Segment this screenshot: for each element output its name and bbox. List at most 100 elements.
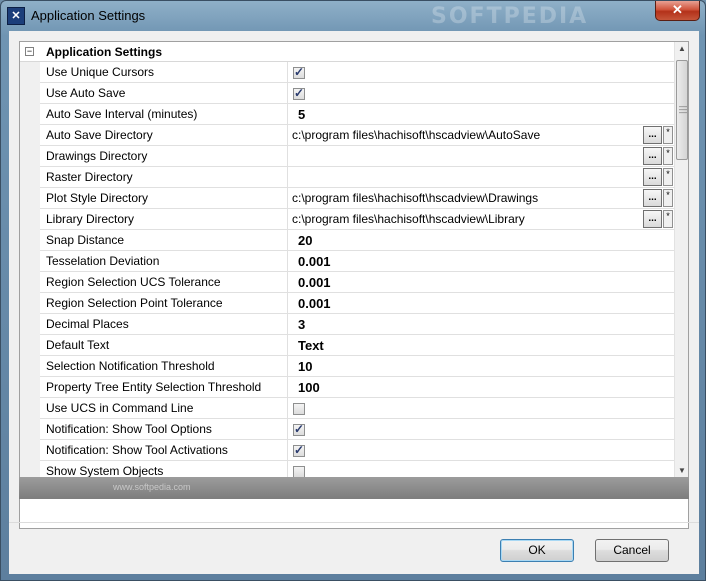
property-value-field[interactable]: 0.001 [289, 272, 674, 293]
property-name[interactable]: Notification: Show Tool Activations [40, 440, 288, 461]
property-row[interactable]: Use Unique Cursors [20, 62, 674, 83]
description-title-bar: www.softpedia.com [19, 477, 689, 499]
reset-marker-button[interactable]: * [663, 189, 673, 207]
property-name[interactable]: Plot Style Directory [40, 188, 288, 209]
property-value-field[interactable]: 3 [289, 314, 674, 335]
row-gutter [20, 335, 40, 356]
reset-marker-button[interactable]: * [663, 147, 673, 165]
property-row[interactable]: Use UCS in Command Line [20, 398, 674, 419]
property-name[interactable]: Notification: Show Tool Options [40, 419, 288, 440]
row-gutter [20, 83, 40, 104]
property-checkbox[interactable] [293, 65, 305, 79]
property-name[interactable]: Region Selection UCS Tolerance [40, 272, 288, 293]
property-row[interactable]: Tesselation Deviation 0.001 [20, 251, 674, 272]
property-value-field[interactable]: 100 [289, 377, 674, 398]
property-name[interactable]: Auto Save Directory [40, 125, 288, 146]
property-row[interactable]: Raster Directory... * [20, 167, 674, 188]
scroll-thumb[interactable]: — — — [676, 60, 688, 160]
property-row[interactable]: Drawings Directory... * [20, 146, 674, 167]
category-label: Application Settings [46, 45, 163, 59]
property-row[interactable]: Auto Save Interval (minutes) 5 [20, 104, 674, 125]
row-gutter [20, 272, 40, 293]
property-checkbox[interactable] [293, 403, 305, 415]
property-value-field[interactable]: Text [289, 335, 674, 356]
property-value-field[interactable]: 5 [289, 104, 674, 125]
property-row[interactable]: Property Tree Entity Selection Threshold… [20, 377, 674, 398]
property-name[interactable]: Use UCS in Command Line [40, 398, 288, 419]
property-row[interactable]: Region Selection Point Tolerance 0.001 [20, 293, 674, 314]
property-name[interactable]: Use Unique Cursors [40, 62, 288, 83]
description-watermark: www.softpedia.com [113, 482, 191, 492]
property-row[interactable]: Library Directory c:\program files\hachis… [20, 209, 674, 230]
reset-marker-button[interactable]: * [663, 126, 673, 144]
property-name[interactable]: Library Directory [40, 209, 288, 230]
row-gutter [20, 146, 40, 167]
property-rows: Use Unique CursorsUse Auto SaveAuto Save… [20, 62, 674, 480]
property-grid: − Application Settings Use Unique Cursor… [19, 41, 689, 481]
row-gutter [20, 230, 40, 251]
title-bar[interactable]: ✕ Application Settings SOFTPEDIA ✕ [1, 1, 705, 31]
reset-marker-button[interactable]: * [663, 168, 673, 186]
browse-button[interactable]: ... [643, 168, 662, 186]
property-name[interactable]: Selection Notification Threshold [40, 356, 288, 377]
browse-button[interactable]: ... [643, 147, 662, 165]
browse-button[interactable]: ... [643, 126, 662, 144]
property-checkbox[interactable] [293, 443, 305, 457]
row-gutter [20, 314, 40, 335]
directory-value-field[interactable]: c:\program files\hachisoft\hscadview\Lib… [289, 209, 674, 230]
row-gutter [20, 62, 40, 83]
row-gutter [20, 293, 40, 314]
directory-value-field[interactable]: c:\program files\hachisoft\hscadview\Aut… [289, 125, 674, 146]
property-name[interactable]: Use Auto Save [40, 83, 288, 104]
scroll-up-arrow-icon[interactable]: ▲ [676, 44, 688, 56]
property-name[interactable]: Decimal Places [40, 314, 288, 335]
property-row[interactable]: Plot Style Directory c:\program files\hac… [20, 188, 674, 209]
ok-button[interactable]: OK [500, 539, 574, 562]
property-name[interactable]: Tesselation Deviation [40, 251, 288, 272]
property-row[interactable]: Selection Notification Threshold 10 [20, 356, 674, 377]
property-checkbox[interactable] [293, 422, 305, 436]
vertical-scrollbar[interactable]: ▲ — — — ▼ [674, 42, 688, 480]
property-row[interactable]: Decimal Places 3 [20, 314, 674, 335]
property-value-field[interactable]: 0.001 [289, 293, 674, 314]
property-row[interactable]: Default Text Text [20, 335, 674, 356]
close-button[interactable]: ✕ [655, 1, 700, 21]
browse-button[interactable]: ... [643, 189, 662, 207]
cancel-button[interactable]: Cancel [595, 539, 669, 562]
property-row[interactable]: Notification: Show Tool Activations [20, 440, 674, 461]
row-gutter [20, 440, 40, 461]
property-name[interactable]: Drawings Directory [40, 146, 288, 167]
property-name[interactable]: Default Text [40, 335, 288, 356]
property-value-field[interactable]: 0.001 [289, 251, 674, 272]
row-gutter [20, 398, 40, 419]
property-row[interactable]: Snap Distance 20 [20, 230, 674, 251]
description-area [19, 499, 689, 529]
directory-value-field[interactable] [289, 167, 674, 188]
property-checkbox[interactable] [293, 86, 305, 100]
directory-value-field[interactable] [289, 146, 674, 167]
browse-button[interactable]: ... [643, 210, 662, 228]
row-gutter [20, 209, 40, 230]
property-name[interactable]: Snap Distance [40, 230, 288, 251]
row-gutter [20, 377, 40, 398]
category-row[interactable]: − Application Settings [20, 42, 674, 62]
property-value-field[interactable]: 20 [289, 230, 674, 251]
property-value-field[interactable]: 10 [289, 356, 674, 377]
property-name[interactable]: Property Tree Entity Selection Threshold [40, 377, 288, 398]
property-name[interactable]: Auto Save Interval (minutes) [40, 104, 288, 125]
row-gutter [20, 419, 40, 440]
property-row[interactable]: Auto Save Directory c:\program files\hach… [20, 125, 674, 146]
property-name[interactable]: Raster Directory [40, 167, 288, 188]
dialog-client-area: − Application Settings Use Unique Cursor… [9, 31, 699, 574]
row-gutter [20, 125, 40, 146]
property-row[interactable]: Notification: Show Tool Options [20, 419, 674, 440]
property-row[interactable]: Use Auto Save [20, 83, 674, 104]
directory-value-field[interactable]: c:\program files\hachisoft\hscadview\Dra… [289, 188, 674, 209]
window-title: Application Settings [31, 8, 146, 23]
collapse-icon[interactable]: − [25, 47, 34, 56]
property-name[interactable]: Region Selection Point Tolerance [40, 293, 288, 314]
reset-marker-button[interactable]: * [663, 210, 673, 228]
application-settings-window: ✕ Application Settings SOFTPEDIA ✕ − App… [0, 0, 706, 581]
property-row[interactable]: Region Selection UCS Tolerance 0.001 [20, 272, 674, 293]
divider [9, 522, 699, 523]
